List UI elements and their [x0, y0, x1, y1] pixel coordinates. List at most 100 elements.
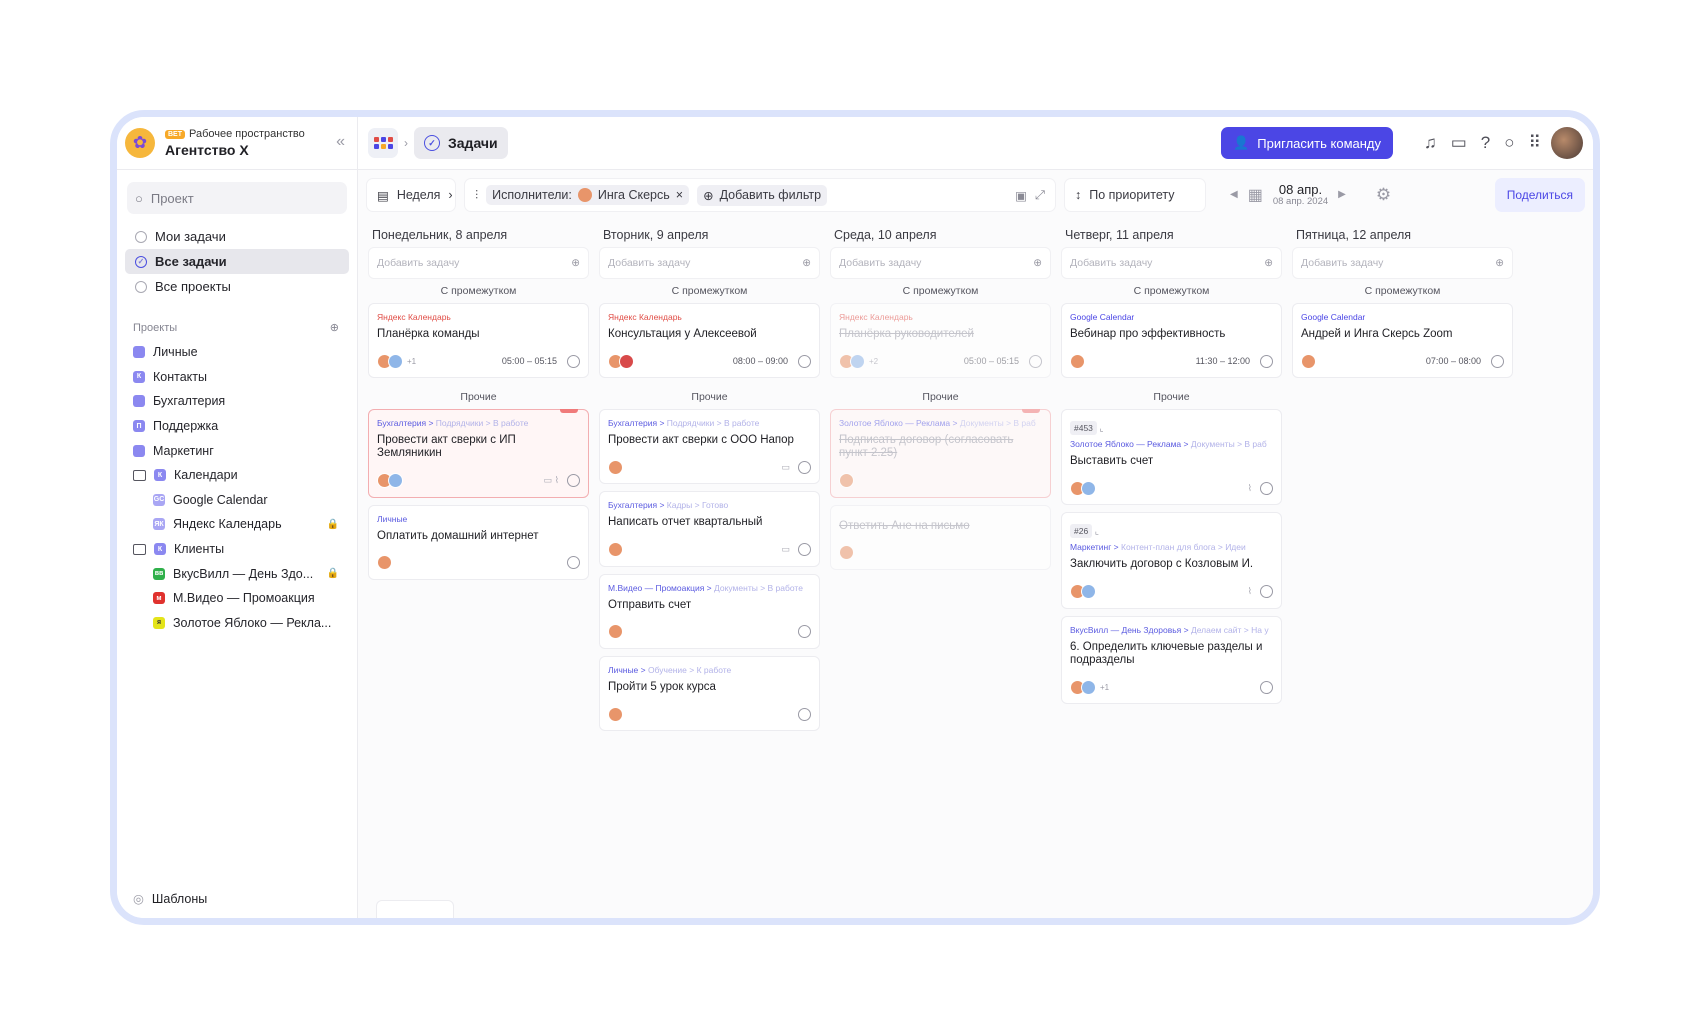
task-card[interactable]: М.Видео — Промоакция > Документы > В раб… [599, 573, 820, 649]
task-card[interactable]: #26 ⌞ Маркетинг > Контент-план для блога … [1061, 512, 1282, 609]
calendar-icon[interactable]: ▦ [1248, 185, 1263, 205]
task-card[interactable]: Личные > Обучение > К работе Пройти 5 уро… [599, 655, 820, 732]
sidebar-project-item[interactable]: GC Google Calendar [117, 488, 357, 513]
complete-toggle[interactable] [798, 625, 811, 639]
task-card[interactable]: Ответить Ане на письмо [830, 504, 1051, 570]
help-icon[interactable]: ? [1481, 133, 1490, 153]
event-card[interactable]: Google Calendar Андрей и Инга Скерсь Zoom… [1292, 303, 1513, 379]
save-icon[interactable]: ▣ [1015, 188, 1027, 203]
bell-icon[interactable]: ♫ [1424, 133, 1437, 153]
task-card[interactable]: Бухгалтерия > Подрядчики > В работе Прове… [599, 409, 820, 485]
sidebar-project-item[interactable]: К Контакты [117, 365, 357, 390]
filter-bar: ▤ Неделя › ⫶ Исполнители: Инга Скерсь × … [358, 170, 1593, 220]
task-card[interactable]: Личные Оплатить домашний интернет [368, 504, 589, 580]
share-button[interactable]: Поделиться [1494, 178, 1585, 212]
add-filter-button[interactable]: ⊕ Добавить фильтр [697, 184, 828, 206]
event-card[interactable]: Яндекс Календарь Планёрка руководителей +2… [830, 303, 1051, 379]
event-card[interactable]: Google Calendar Вебинар про эффективность… [1061, 303, 1282, 379]
add-icon[interactable]: ⊕ [802, 257, 811, 269]
complete-toggle[interactable] [1029, 354, 1042, 368]
complete-toggle[interactable] [567, 474, 580, 488]
event-card[interactable]: Яндекс Календарь Планёрка команды +1 05:00 … [368, 303, 589, 379]
assignee-avatars [377, 353, 403, 369]
sidebar-project-item[interactable]: ЯК Яндекс Календарь 🔒 [117, 512, 357, 537]
prev-week-icon[interactable]: ◀ [1230, 189, 1238, 200]
sidebar-project-item[interactable]: Маркетинг [117, 438, 357, 463]
path-status: > Идеи [1217, 542, 1246, 553]
tab-tasks[interactable]: ✓ Задачи [414, 127, 508, 159]
project-search-input[interactable]: ○ Проект [127, 182, 347, 214]
event-time: 05:00 – 05:15 [501, 356, 557, 367]
breadcrumb-separator-icon: › [404, 136, 408, 150]
task-title: Заключить договор с Козловым И. [1070, 558, 1254, 571]
view-week-button[interactable]: ▤ Неделя › [366, 178, 456, 212]
complete-toggle[interactable] [1260, 481, 1273, 495]
next-week-icon[interactable]: ▶ [1338, 189, 1346, 200]
add-project-icon[interactable]: ⊕ [330, 321, 339, 334]
complete-toggle[interactable] [798, 354, 811, 368]
complete-toggle[interactable] [798, 543, 811, 557]
complete-toggle[interactable] [1491, 354, 1504, 368]
add-task-input[interactable]: Добавить задачу ⊕ [1061, 247, 1282, 279]
day-column: Среда, 10 апреля Добавить задачу ⊕ С промеж… [830, 223, 1051, 918]
sidebar-nav-item[interactable]: Мои задачи [125, 224, 349, 249]
filter-sliders-icon[interactable]: ⫶ [475, 188, 478, 203]
add-icon[interactable]: ⊕ [1495, 257, 1504, 269]
invite-team-button[interactable]: 👤 Пригласить команду [1221, 127, 1393, 159]
bottom-toolbar[interactable] [376, 900, 454, 918]
task-title: Провести акт сверки с ООО Напор [608, 434, 794, 447]
sidebar-nav-item[interactable]: Все проекты [125, 274, 349, 299]
add-task-input[interactable]: Добавить задачу ⊕ [830, 247, 1051, 279]
complete-toggle[interactable] [1260, 354, 1273, 368]
templates-link[interactable]: ◎ Шаблоны [133, 891, 207, 907]
date-picker[interactable]: 08 апр. 08 апр. 2024 [1273, 183, 1328, 207]
assignee-avatars [608, 459, 623, 475]
add-icon[interactable]: ⊕ [1033, 257, 1042, 269]
sidebar-nav-item[interactable]: ✓ Все задачи [125, 249, 349, 274]
sidebar-project-item[interactable]: Личные [117, 340, 357, 365]
complete-toggle[interactable] [567, 354, 580, 368]
complete-toggle[interactable] [798, 707, 811, 721]
event-card[interactable]: Яндекс Календарь Консультация у Алексеево… [599, 303, 820, 379]
sort-priority-button[interactable]: ↕ По приоритету [1064, 178, 1206, 212]
complete-toggle[interactable] [798, 460, 811, 474]
complete-toggle[interactable] [1260, 680, 1273, 694]
add-task-input[interactable]: Добавить задачу ⊕ [1292, 247, 1513, 279]
collapse-sidebar-icon[interactable]: « [336, 133, 345, 151]
task-card[interactable]: Золотое Яблоко — Реклама > Документы > В… [830, 409, 1051, 498]
add-icon[interactable]: ⊕ [1264, 257, 1273, 269]
add-task-input[interactable]: Добавить задачу ⊕ [599, 247, 820, 279]
sidebar-project-item[interactable]: я Золотое Яблоко — Рекла... [117, 611, 357, 636]
workspace-header[interactable]: ✿ ВЕТ Рабочее пространство Агентство X « [117, 117, 357, 170]
event-footer: 07:00 – 08:00 [1301, 353, 1504, 369]
task-card[interactable]: Бухгалтерия > Кадры > Готово Написать отч… [599, 491, 820, 567]
task-footer: ▭ [608, 459, 811, 475]
sidebar-project-item[interactable]: м М.Видео — Промоакция [117, 586, 357, 611]
sidebar-project-item[interactable]: Бухгалтерия [117, 389, 357, 414]
sidebar-project-item[interactable]: К Календари [117, 463, 357, 488]
priority-flag [1022, 409, 1040, 414]
complete-toggle[interactable] [1260, 585, 1273, 599]
task-card[interactable]: Бухгалтерия > Подрядчики > В работе Прове… [368, 409, 589, 498]
complete-toggle[interactable] [567, 556, 580, 570]
sidebar-project-item[interactable]: вв ВкусВилл — День Здо... 🔒 [117, 561, 357, 586]
apps-grid-icon[interactable] [368, 128, 398, 158]
assignee-filter-chip[interactable]: Исполнители: Инга Скерсь × [486, 185, 690, 205]
grid-icon[interactable]: ⠿ [1529, 133, 1541, 153]
add-task-input[interactable]: Добавить задачу ⊕ [368, 247, 589, 279]
user-avatar[interactable] [1551, 127, 1583, 159]
expand-icon[interactable]: ⤢ [1035, 188, 1045, 203]
settings-gear-icon[interactable]: ⚙ [1376, 185, 1391, 205]
task-card[interactable]: ВкусВилл — День Здоровья > Делаем сайт >… [1061, 615, 1282, 705]
task-card[interactable]: #453 ⌞ Золотое Яблоко — Реклама > Докумен… [1061, 409, 1282, 506]
avatar [1081, 584, 1096, 600]
assignee-avatar [577, 188, 592, 202]
event-source: Яндекс Календарь [608, 312, 682, 322]
day-title: Пятница, 12 апреля [1296, 228, 1412, 242]
sidebar-project-item[interactable]: П Поддержка [117, 414, 357, 439]
add-icon[interactable]: ⊕ [571, 257, 580, 269]
remove-filter-icon[interactable]: × [676, 188, 683, 202]
search-icon[interactable]: ○ [1504, 133, 1514, 153]
sidebar-project-item[interactable]: К Клиенты [117, 537, 357, 562]
folder-icon[interactable]: ▭ [1451, 133, 1467, 153]
